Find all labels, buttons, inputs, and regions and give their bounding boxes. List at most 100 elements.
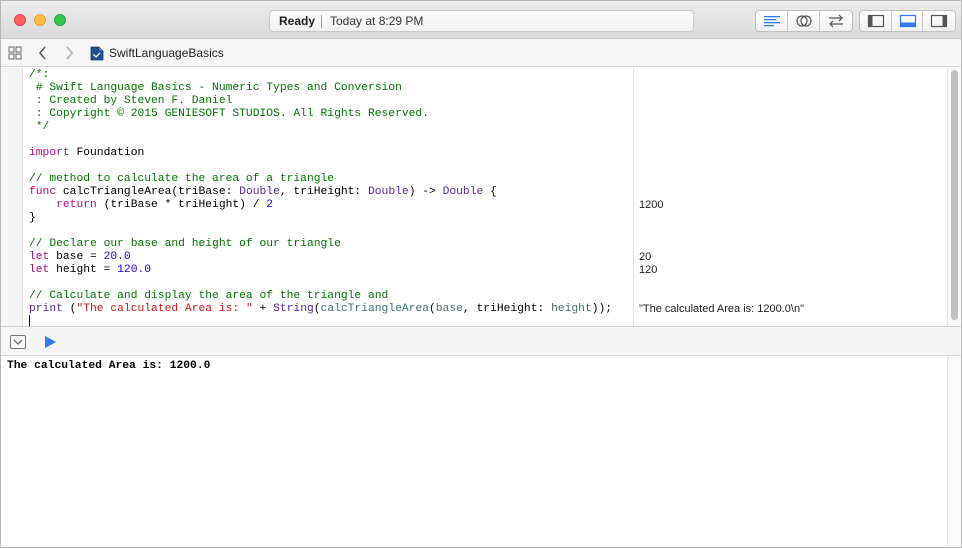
toggle-utilities-button[interactable] [923,11,955,31]
debug-panel-icon [899,14,916,28]
code-line[interactable] [29,277,629,290]
code-token: height = [49,264,118,276]
code-token: , triHeight: [279,186,368,198]
code-token: { [483,186,497,198]
code-token: 20.0 [103,251,131,263]
grid-icon[interactable] [8,46,22,60]
code-token: let [29,264,50,276]
code-token: ( [313,303,321,315]
minimize-window-button[interactable] [34,14,46,26]
code-token: let [29,251,50,263]
code-token: return [56,199,97,211]
chevron-left-icon[interactable] [37,46,49,60]
code-line[interactable]: : Copyright © 2015 GENIESOFT STUDIOS. Al… [29,108,629,121]
code-token: : Copyright © 2015 GENIESOFT STUDIOS. Al… [29,108,429,120]
code-token: height [551,303,592,315]
code-token: base [435,303,463,315]
code-token: Double [442,186,484,198]
close-window-button[interactable] [14,14,26,26]
code-line[interactable]: // Declare our base and height of our tr… [29,238,629,251]
utilities-panel-icon [931,14,948,28]
code-token: : Created by Steven F. Daniel [29,95,233,107]
version-editor-icon [829,14,843,28]
code-token: Double [239,186,280,198]
editor-scrollbar-thumb[interactable] [951,70,958,320]
toggle-debug-area-button[interactable] [892,11,924,31]
code-token: import [29,147,70,159]
result-value[interactable]: 1200 [639,199,663,211]
code-token: (triBase * triHeight) / [96,199,267,211]
standard-editor-icon [764,16,780,27]
code-token: func [29,186,57,198]
code-token: ) -> [408,186,443,198]
code-token: // method to calculate the area of a tri… [29,173,335,185]
toggle-navigator-button[interactable] [860,11,892,31]
xcode-playground-window: Ready Today at 8:29 PM SwiftLanguageBasi… [0,0,962,548]
chevron-right-icon[interactable] [63,46,75,60]
play-icon[interactable] [44,335,57,349]
assistant-editor-icon [796,15,812,27]
code-token: calcTriangleArea(triBase: [56,186,240,198]
code-token: Foundation [69,147,145,159]
result-value[interactable]: 120 [639,264,657,276]
assistant-editor-button[interactable] [788,11,820,31]
code-line[interactable] [29,134,629,147]
code-token: } [29,212,36,224]
code-line[interactable]: } [29,212,629,225]
code-line[interactable]: import Foundation [29,147,629,160]
console-scrollbar[interactable] [947,356,961,547]
code-line[interactable]: // method to calculate the area of a tri… [29,173,629,186]
code-token: // Calculate and display the area of the… [29,290,389,302]
standard-editor-button[interactable] [756,11,788,31]
hide-debug-area-icon[interactable] [10,335,26,349]
text-cursor [29,315,30,326]
code-token: print [29,303,63,315]
title-bar: Ready Today at 8:29 PM [1,1,961,39]
view-toggle-control [859,10,956,32]
result-value[interactable]: 20 [639,251,651,263]
version-editor-button[interactable] [820,11,852,31]
code-line[interactable]: func calcTriangleArea(triBase: Double, t… [29,186,629,199]
code-token: "The calculated Area is: " [76,303,253,315]
code-line[interactable]: */ [29,121,629,134]
zoom-window-button[interactable] [54,14,66,26]
code-line[interactable]: let base = 20.0 [29,251,629,264]
code-line[interactable]: # Swift Language Basics - Numeric Types … [29,82,629,95]
file-breadcrumb[interactable]: SwiftLanguageBasics [109,46,224,60]
code-line[interactable]: : Created by Steven F. Daniel [29,95,629,108]
code-editor[interactable]: /*: # Swift Language Basics - Numeric Ty… [1,68,961,326]
code-line[interactable]: print ("The calculated Area is: " + Stri… [29,303,629,316]
activity-separator [321,15,322,28]
swift-file-icon [90,46,104,61]
code-line[interactable]: // Calculate and display the area of the… [29,290,629,303]
code-token: # Swift Language Basics - Numeric Types … [29,82,402,94]
code-line[interactable]: /*: [29,69,629,82]
build-time: Today at 8:29 PM [330,14,424,28]
result-value[interactable]: "The calculated Area is: 1200.0\n" [639,303,804,315]
code-token: // Declare our base and height of our tr… [29,238,341,250]
console-output: The calculated Area is: 1200.0 [7,360,211,372]
editor-scrollbar[interactable] [947,68,961,326]
code-line[interactable]: return (triBase * triHeight) / 2 [29,199,629,212]
debug-bar [1,326,961,356]
code-token: Double [368,186,409,198]
code-token: calcTriangleArea [320,303,430,315]
code-token: 120.0 [117,264,152,276]
code-token: ( [62,303,77,315]
code-line[interactable] [29,225,629,238]
results-sidebar: 1200 20 120 "The calculated Area is: 1200.0… [633,68,947,326]
editor-mode-control [755,10,853,32]
jump-bar: SwiftLanguageBasics [1,39,961,67]
source-code[interactable]: /*: # Swift Language Basics - Numeric Ty… [29,69,629,316]
console-output-area[interactable]: The calculated Area is: 1200.0 [1,356,947,547]
code-token: , triHeight: [462,303,552,315]
code-token: 2 [266,199,274,211]
code-line[interactable]: let height = 120.0 [29,264,629,277]
code-token: /*: [29,69,50,81]
activity-viewer: Ready Today at 8:29 PM [269,10,694,32]
build-status: Ready [279,14,316,28]
code-token: */ [29,121,50,133]
code-token: + [252,303,274,315]
code-line[interactable] [29,160,629,173]
